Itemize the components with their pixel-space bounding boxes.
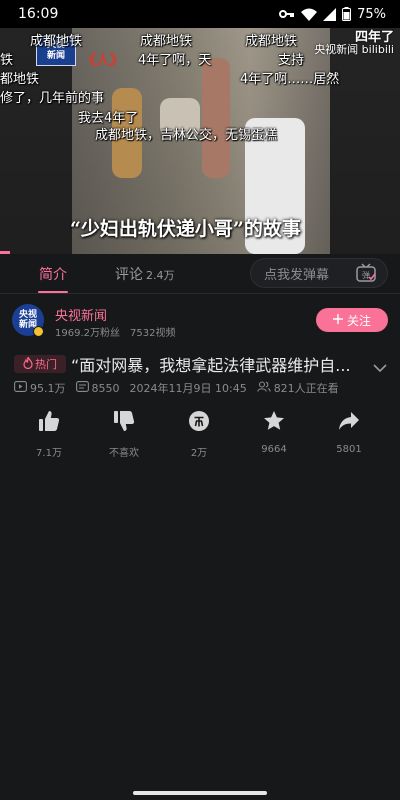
play-count-icon	[14, 381, 27, 395]
danmaku-item: 成都地铁	[30, 34, 83, 49]
video-figure-woman	[202, 58, 230, 178]
danmaku-count-value: 8550	[91, 381, 120, 395]
danmaku-input-placeholder: 点我发弹幕	[264, 267, 330, 283]
like-count: 7.1万	[36, 448, 62, 459]
video-title[interactable]: “面对网暴，我想拿起法律武器维护自...	[71, 352, 351, 376]
uploader-videos: 7532视频	[130, 328, 176, 339]
uploader-stats: 1969.2万粉丝 7532视频	[55, 324, 175, 339]
danmaku-count: 8550	[75, 381, 120, 395]
share-button[interactable]: 5801	[319, 410, 379, 455]
video-meta-row: 95.1万 8550 2024年11月9日 10:45 821人正在看	[14, 379, 349, 397]
tabs-row: 简介 评论 2.4万 点我发弹幕 弹	[0, 254, 400, 294]
like-button[interactable]: 7.1万	[19, 410, 79, 459]
tab-comments[interactable]: 评论 2.4万	[115, 264, 175, 284]
viewers-now: 821人正在看	[256, 380, 339, 396]
star-icon	[263, 410, 285, 436]
status-time: 16:09	[18, 6, 59, 22]
chevron-down-icon[interactable]	[373, 358, 387, 377]
wifi-icon	[301, 8, 318, 21]
follow-label: 关注	[346, 313, 371, 328]
thumb-up-icon	[38, 410, 60, 436]
verified-badge-icon	[33, 326, 44, 337]
danmaku-item: 成都地铁	[140, 34, 193, 49]
dislike-label: 不喜欢	[109, 448, 139, 459]
share-icon	[338, 410, 360, 436]
danmaku-input[interactable]: 点我发弹幕 弹	[250, 258, 388, 288]
coin-icon	[188, 410, 210, 436]
svg-text:弹: 弹	[362, 270, 370, 280]
uploader-name[interactable]: 央视新闻	[55, 305, 107, 324]
video-player[interactable]: 央视 新闻 《人》 四年了 央视新闻 bilibili 成都地铁 成都地铁 成都…	[0, 28, 400, 254]
danmaku-count-icon	[75, 381, 89, 395]
signal-icon	[323, 7, 337, 21]
video-watermark: 四年了 央视新闻 bilibili	[314, 31, 394, 56]
battery-level: 75%	[357, 6, 386, 22]
danmaku-item: 铁	[0, 53, 14, 68]
plus-icon	[332, 313, 343, 327]
danmaku-item: 支持	[278, 53, 305, 68]
viewers-icon	[256, 381, 271, 395]
tv-danmaku-icon[interactable]: 弹	[355, 263, 377, 283]
share-count: 5801	[336, 444, 362, 455]
action-bar: 7.1万 不喜欢 2万 9664 5801	[0, 410, 400, 460]
play-count: 95.1万	[14, 380, 66, 396]
renmin-mark: 《人》	[82, 53, 124, 69]
hot-label: 热门	[35, 358, 57, 371]
logo-line-2: 新闻	[46, 51, 65, 61]
tab-comments-count: 2.4万	[146, 269, 175, 282]
home-indicator[interactable]	[133, 791, 267, 795]
key-icon	[279, 9, 295, 19]
uploader-row: 央视 新闻 央视新闻 1969.2万粉丝 7532视频 关注	[0, 302, 400, 346]
video-title-row: 热门 “面对网暴，我想拿起法律武器维护自...	[0, 350, 400, 378]
status-icons: 75%	[279, 7, 386, 22]
viewers-now-value: 821人正在看	[273, 382, 339, 395]
status-bar: 16:09 75%	[0, 0, 400, 28]
tab-active-indicator	[38, 291, 68, 293]
danmaku-item: 修了，几年前的事	[0, 91, 105, 106]
uploader-followers: 1969.2万粉丝	[55, 328, 120, 339]
hot-badge[interactable]: 热门	[14, 355, 66, 373]
coin-button[interactable]: 2万	[169, 410, 229, 459]
favorite-count: 9664	[261, 444, 287, 455]
coin-count: 2万	[190, 448, 208, 459]
danmaku-item: 都地铁	[0, 72, 40, 87]
follow-button[interactable]: 关注	[316, 308, 388, 332]
danmaku-item: 成都地铁，吉林公交，无锡蛋糕	[95, 128, 278, 143]
tab-intro[interactable]: 简介	[39, 264, 67, 284]
fire-icon	[23, 356, 33, 372]
danmaku-item: 4年了啊，天	[138, 53, 212, 68]
video-subtitle: “少妇出轨伏递小哥”的故事	[70, 218, 301, 240]
play-count-value: 95.1万	[30, 382, 66, 395]
watermark-source: 央视新闻 bilibili	[314, 43, 394, 56]
favorite-button[interactable]: 9664	[244, 410, 304, 455]
dislike-button[interactable]: 不喜欢	[94, 410, 154, 459]
thumb-down-icon	[113, 410, 135, 436]
avatar-line-1: 央视	[18, 310, 37, 320]
danmaku-item: 成都地铁	[245, 34, 298, 49]
publish-date: 2024年11月9日 10:45	[129, 382, 247, 395]
danmaku-item: 4年了啊……居然	[240, 72, 340, 87]
battery-icon	[342, 7, 352, 21]
tab-comments-label: 评论	[115, 267, 143, 283]
